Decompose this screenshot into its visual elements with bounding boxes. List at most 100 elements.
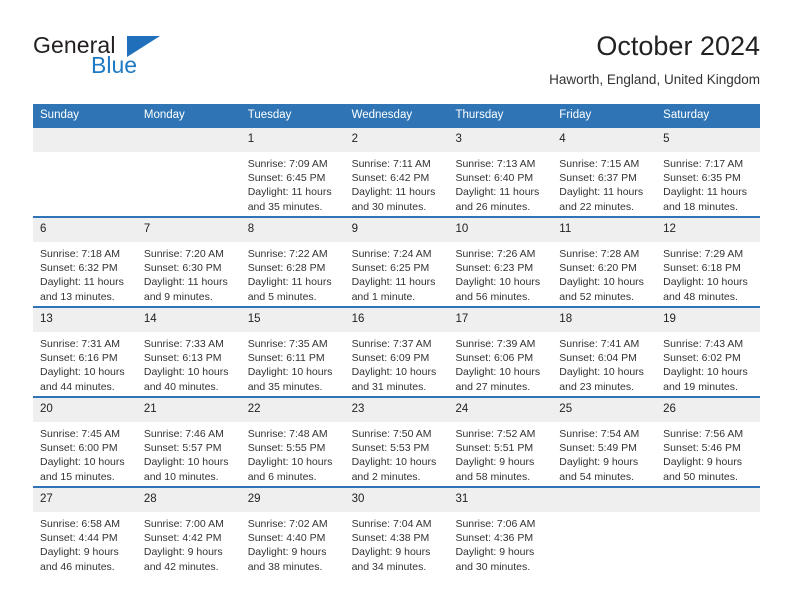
day-sunset-text: Sunset: 5:53 PM (351, 442, 430, 455)
day-number: 24 (448, 398, 553, 422)
day-cell-26[interactable]: 26 Sunrise: 7:56 AM Sunset: 5:46 PM Dayligh… (656, 398, 761, 486)
day-cell-19[interactable]: 19 Sunrise: 7:43 AM Sunset: 6:02 PM Dayligh… (656, 308, 761, 396)
day-daylight-1-text: Daylight: 9 hours (455, 546, 535, 559)
day-details: Sunrise: 7:24 AM Sunset: 6:25 PM Daylight:… (345, 242, 449, 304)
day-cell-11[interactable]: 11 Sunrise: 7:28 AM Sunset: 6:20 PM Dayligh… (552, 218, 657, 306)
day-daylight-1-text: Daylight: 10 hours (247, 456, 333, 469)
day-daylight-1-text: Daylight: 9 hours (559, 456, 639, 469)
day-cell-1[interactable]: 1 Sunrise: 7:09 AM Sunset: 6:45 PM Daylight… (240, 128, 345, 216)
day-cell-8[interactable]: 8 Sunrise: 7:22 AM Sunset: 6:28 PM Daylight… (240, 218, 345, 306)
day-cell-3[interactable]: 3 Sunrise: 7:13 AM Sunset: 6:40 PM Daylight… (448, 128, 553, 216)
calendar-week-row: 13 Sunrise: 7:31 AM Sunset: 6:16 PM Dayligh… (33, 306, 761, 396)
day-cell-25[interactable]: 25 Sunrise: 7:54 AM Sunset: 5:49 PM Dayligh… (552, 398, 657, 486)
day-sunrise-text: Sunrise: 7:37 AM (351, 338, 432, 350)
day-number: 25 (552, 398, 657, 422)
day-cell-29[interactable]: 29 Sunrise: 7:02 AM Sunset: 4:40 PM Dayligh… (240, 488, 345, 576)
day-daylight-2-text: and 18 minutes. (663, 200, 738, 213)
day-number: 4 (552, 128, 657, 152)
calendar-table: Sunday Monday Tuesday Wednesday Thursday Frid… (33, 104, 761, 576)
day-number (136, 128, 241, 152)
day-cell-27[interactable]: 27 Sunrise: 6:58 AM Sunset: 4:44 PM Dayligh… (33, 488, 137, 576)
day-daylight-2-text: and 42 minutes. (143, 560, 219, 573)
day-details (656, 512, 760, 517)
day-cell-20[interactable]: 20 Sunrise: 7:45 AM Sunset: 6:00 PM Dayligh… (33, 398, 137, 486)
day-cell-15[interactable]: 15 Sunrise: 7:35 AM Sunset: 6:11 PM Dayligh… (240, 308, 345, 396)
day-cell-31[interactable]: 31 Sunrise: 7:06 AM Sunset: 4:36 PM Dayligh… (448, 488, 553, 576)
day-cell-12[interactable]: 12 Sunrise: 7:29 AM Sunset: 6:18 PM Dayligh… (656, 218, 761, 306)
day-daylight-2-text: and 19 minutes. (663, 380, 738, 393)
page-subtitle: Haworth, England, United Kingdom (549, 72, 760, 87)
logo-text-blue: Blue (91, 52, 138, 78)
day-sunset-text: Sunset: 6:00 PM (40, 442, 118, 455)
day-cell-7[interactable]: 7 Sunrise: 7:20 AM Sunset: 6:30 PM Daylight… (136, 218, 241, 306)
day-sunrise-text: Sunrise: 7:06 AM (455, 518, 536, 530)
day-details: Sunrise: 7:00 AM Sunset: 4:42 PM Daylight:… (137, 512, 241, 574)
day-cell-21[interactable]: 21 Sunrise: 7:46 AM Sunset: 5:57 PM Dayligh… (136, 398, 241, 486)
calendar-week-row: 1 Sunrise: 7:09 AM Sunset: 6:45 PM Daylight… (33, 128, 761, 216)
weekday-header-saturday: Saturday (656, 104, 761, 128)
day-daylight-1-text: Daylight: 10 hours (143, 366, 229, 379)
day-number: 28 (136, 488, 241, 512)
day-cell-13[interactable]: 13 Sunrise: 7:31 AM Sunset: 6:16 PM Dayligh… (33, 308, 137, 396)
day-daylight-1-text: Daylight: 10 hours (559, 366, 644, 379)
day-daylight-2-text: and 10 minutes. (143, 470, 219, 483)
day-daylight-1-text: Daylight: 10 hours (455, 276, 541, 289)
day-daylight-1-text: Daylight: 11 hours (40, 276, 124, 289)
day-details (33, 152, 137, 157)
day-cell-9[interactable]: 9 Sunrise: 7:24 AM Sunset: 6:25 PM Daylight… (344, 218, 449, 306)
day-cell-14[interactable]: 14 Sunrise: 7:33 AM Sunset: 6:13 PM Dayligh… (136, 308, 241, 396)
day-details: Sunrise: 7:43 AM Sunset: 6:02 PM Daylight:… (656, 332, 760, 394)
day-cell-16[interactable]: 16 Sunrise: 7:37 AM Sunset: 6:09 PM Dayligh… (344, 308, 449, 396)
day-cell-6[interactable]: 6 Sunrise: 7:18 AM Sunset: 6:32 PM Daylight… (33, 218, 137, 306)
day-daylight-2-text: and 9 minutes. (143, 290, 213, 303)
day-cell-17[interactable]: 17 Sunrise: 7:39 AM Sunset: 6:06 PM Dayligh… (448, 308, 553, 396)
day-daylight-2-text: and 26 minutes. (455, 200, 531, 213)
day-sunrise-text: Sunrise: 7:50 AM (351, 428, 432, 440)
day-cell-5[interactable]: 5 Sunrise: 7:17 AM Sunset: 6:35 PM Daylight… (656, 128, 761, 216)
day-number (552, 488, 657, 512)
day-sunset-text: Sunset: 4:36 PM (455, 532, 534, 545)
day-cell-empty (136, 128, 241, 216)
day-number: 27 (33, 488, 137, 512)
day-details: Sunrise: 7:02 AM Sunset: 4:40 PM Daylight:… (241, 512, 345, 574)
day-sunrise-text: Sunrise: 7:52 AM (455, 428, 536, 440)
day-cell-28[interactable]: 28 Sunrise: 7:00 AM Sunset: 4:42 PM Dayligh… (136, 488, 241, 576)
day-sunset-text: Sunset: 6:18 PM (663, 262, 741, 275)
day-sunset-text: Sunset: 6:45 PM (247, 172, 326, 185)
day-number: 3 (448, 128, 553, 152)
day-cell-18[interactable]: 18 Sunrise: 7:41 AM Sunset: 6:04 PM Dayligh… (552, 308, 657, 396)
day-daylight-2-text: and 13 minutes. (40, 290, 115, 303)
day-sunset-text: Sunset: 5:49 PM (559, 442, 637, 455)
day-sunrise-text: Sunrise: 7:45 AM (40, 428, 120, 440)
day-sunset-text: Sunset: 6:02 PM (663, 352, 741, 365)
day-details: Sunrise: 7:50 AM Sunset: 5:53 PM Daylight:… (345, 422, 449, 484)
general-blue-logo[interactable]: General Blue (33, 33, 253, 89)
day-cell-10[interactable]: 10 Sunrise: 7:26 AM Sunset: 6:23 PM Dayligh… (448, 218, 553, 306)
day-sunset-text: Sunset: 6:06 PM (455, 352, 534, 365)
day-cell-30[interactable]: 30 Sunrise: 7:04 AM Sunset: 4:38 PM Dayligh… (344, 488, 449, 576)
day-cell-4[interactable]: 4 Sunrise: 7:15 AM Sunset: 6:37 PM Daylight… (552, 128, 657, 216)
day-number: 19 (656, 308, 761, 332)
day-daylight-2-text: and 27 minutes. (455, 380, 531, 393)
day-number: 17 (448, 308, 553, 332)
day-sunrise-text: Sunrise: 7:00 AM (143, 518, 224, 530)
weekday-header-thursday: Thursday (448, 104, 553, 128)
day-sunset-text: Sunset: 4:42 PM (143, 532, 222, 545)
day-sunrise-text: Sunrise: 7:54 AM (559, 428, 640, 440)
day-number: 23 (344, 398, 449, 422)
day-cell-2[interactable]: 2 Sunrise: 7:11 AM Sunset: 6:42 PM Daylight… (344, 128, 449, 216)
day-cell-24[interactable]: 24 Sunrise: 7:52 AM Sunset: 5:51 PM Dayligh… (448, 398, 553, 486)
day-daylight-2-text: and 6 minutes. (247, 470, 317, 483)
day-details: Sunrise: 7:33 AM Sunset: 6:13 PM Daylight:… (137, 332, 241, 394)
day-cell-22[interactable]: 22 Sunrise: 7:48 AM Sunset: 5:55 PM Dayligh… (240, 398, 345, 486)
day-sunset-text: Sunset: 6:09 PM (351, 352, 430, 365)
day-details: Sunrise: 7:20 AM Sunset: 6:30 PM Daylight:… (137, 242, 241, 304)
day-cell-23[interactable]: 23 Sunrise: 7:50 AM Sunset: 5:53 PM Dayligh… (344, 398, 449, 486)
day-daylight-2-text: and 30 minutes. (455, 560, 531, 573)
day-number: 31 (448, 488, 553, 512)
day-sunset-text: Sunset: 6:32 PM (40, 262, 118, 275)
day-sunrise-text: Sunrise: 7:41 AM (559, 338, 640, 350)
day-cell-empty (552, 488, 657, 576)
day-number: 11 (552, 218, 657, 242)
day-daylight-1-text: Daylight: 11 hours (247, 186, 332, 199)
